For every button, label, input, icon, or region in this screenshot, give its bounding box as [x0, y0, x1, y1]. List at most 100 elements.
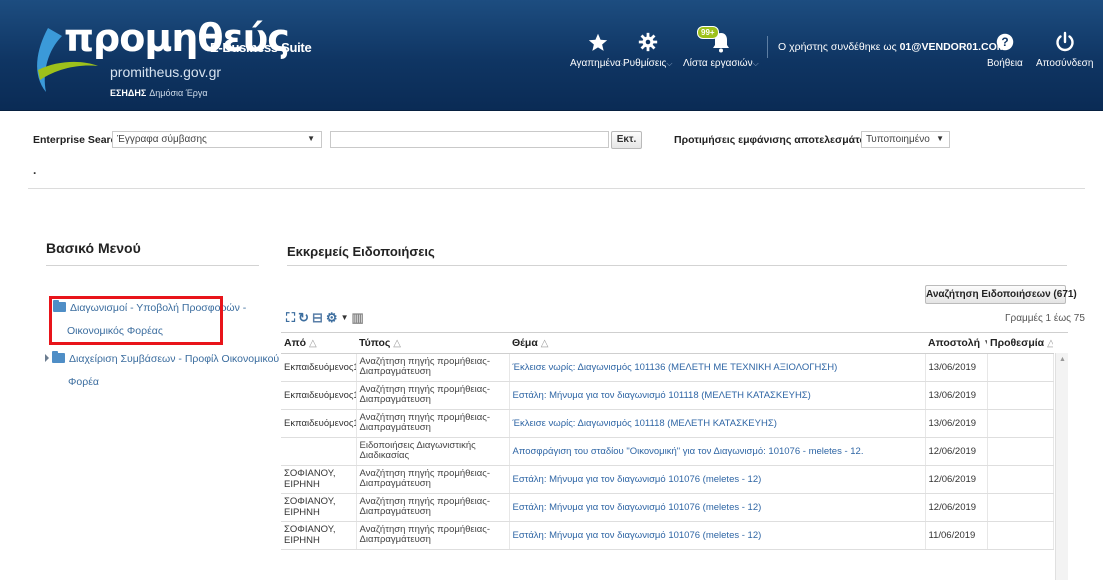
help-button[interactable]: ? Βοήθεια [987, 28, 1023, 69]
display-preferences-select[interactable]: Τυποποιημένο ▼ [861, 131, 950, 148]
search-category-value: Έγγραφα σύμβασης [117, 134, 207, 145]
sort-desc-icon[interactable]: ▼ [983, 338, 987, 349]
cell-subject-link[interactable]: Αποσφράγιση του σταδίου "Οικονομική" για… [509, 437, 926, 466]
menu-item-label: Φορέα [68, 376, 99, 388]
table-row[interactable]: Ειδοποιήσεις Διαγωνιστικής Διαδικασίας Απ… [281, 437, 1054, 466]
menu-item-label: Διαχείριση Συμβάσεων - Προφίλ Οικονομικο… [69, 353, 280, 365]
notifications-table: Από △ Τύπος △ Θέμα △ Αποστολή ▼ Προθεσμί… [281, 332, 1068, 580]
logout-button[interactable]: Αποσύνδεση [1036, 28, 1093, 69]
cell-type: Αναζήτηση πηγής προμήθειας-Διαπραγμάτευσ… [356, 353, 510, 382]
table-toolbar: ⛶ ↻ ⊟ ⚙ ▼ ▥ [286, 310, 367, 328]
cell-due [987, 521, 1054, 550]
notifications-title: Εκκρεμείς Ειδοποιήσεις [287, 244, 435, 259]
message-dot: . [33, 163, 37, 177]
cell-type: Αναζήτηση πηγής προμήθειας-Διαπραγμάτευσ… [356, 521, 510, 550]
search-go-button[interactable]: Εκτ. [611, 131, 642, 149]
cell-sent: 12/06/2019 [925, 437, 988, 466]
cell-from: ΣΟΦΙΑΝΟΥ, ΕΙΡΗΝΗ [281, 465, 357, 494]
cell-from [281, 437, 357, 466]
preferences-menu[interactable]: Ρυθμίσεις⌵ [623, 28, 672, 69]
cell-subject-link[interactable]: Εστάλη: Μήνυμα για τον διαγωνισμό 101076… [509, 493, 926, 522]
column-header-type[interactable]: Τύπος △ [356, 333, 509, 354]
rows-count: Γραμμές 1 έως 75 [1005, 313, 1085, 324]
cell-due [987, 409, 1054, 438]
cell-subject-link[interactable]: Έκλεισε νωρίς: Διαγωνισμός 101136 (ΜΕΛΕΤ… [509, 353, 926, 382]
table-row[interactable]: Εκπαιδευόμενος1 Αναζήτηση πηγής προμήθεια… [281, 353, 1054, 382]
logo-suite-text: E-Business Suite [210, 40, 312, 55]
folder-icon [52, 351, 65, 364]
display-preferences-value: Τυποποιημένο [866, 134, 930, 145]
dropdown-arrow-icon: ▼ [307, 134, 315, 143]
cell-subject-link[interactable]: Εστάλη: Μήνυμα για τον διαγωνισμό 101118… [509, 381, 926, 410]
worklist-badge: 99+ [697, 26, 719, 39]
main-menu-title: Βασικό Μενού [46, 240, 141, 256]
svg-text:?: ? [1001, 35, 1008, 49]
preferences-label: Ρυθμίσεις [623, 58, 667, 69]
cell-from: Εκπαιδευόμενος1 [281, 353, 357, 382]
cell-sent: 13/06/2019 [925, 381, 988, 410]
gear-icon [638, 32, 657, 52]
cell-subject-link[interactable]: Έκλεισε νωρίς: Διαγωνισμός 101118 (ΜΕΛΕΤ… [509, 409, 926, 438]
enterprise-search-label: Enterprise Search [33, 134, 123, 146]
column-header-from[interactable]: Από △ [281, 333, 356, 354]
cell-sent: 13/06/2019 [925, 353, 988, 382]
scroll-up-icon[interactable]: ▲ [1059, 356, 1066, 363]
cell-from: Εκπαιδευόμενος1 [281, 409, 357, 438]
divider [287, 265, 1067, 266]
refresh-icon[interactable]: ↻ [298, 310, 309, 326]
cell-due [987, 381, 1054, 410]
help-icon: ? [996, 33, 1014, 51]
search-input[interactable] [330, 131, 609, 148]
table-row[interactable]: Εκπαιδευόμενος1 Αναζήτηση πηγής προμήθεια… [281, 409, 1054, 438]
chevron-down-icon: ⌵ [752, 59, 759, 68]
cell-type: Αναζήτηση πηγής προμήθειας-Διαπραγμάτευσ… [356, 493, 510, 522]
table-row[interactable]: ΣΟΦΙΑΝΟΥ, ΕΙΡΗΝΗ Αναζήτηση πηγής προμήθει… [281, 521, 1054, 550]
cell-subject-link[interactable]: Εστάλη: Μήνυμα για τον διαγωνισμό 101076… [509, 521, 926, 550]
logo-url: promitheus.gov.gr [110, 64, 222, 80]
cell-sent: 11/06/2019 [925, 521, 988, 550]
table-header-row: Από △ Τύπος △ Θέμα △ Αποστολή ▼ Προθεσμί… [281, 333, 1053, 354]
column-header-subject[interactable]: Θέμα △ [509, 333, 925, 354]
cell-type: Ειδοποιήσεις Διαγωνιστικής Διαδικασίας [356, 437, 510, 466]
sort-icon[interactable]: △ [309, 338, 317, 349]
table-row[interactable]: Εκπαιδευόμενος1 Αναζήτηση πηγής προμήθεια… [281, 381, 1054, 410]
cell-type: Αναζήτηση πηγής προμήθειας-Διαπραγμάτευσ… [356, 381, 510, 410]
cell-from: ΣΟΦΙΑΝΟΥ, ΕΙΡΗΝΗ [281, 493, 357, 522]
table-row[interactable]: ΣΟΦΙΑΝΟΥ, ΕΙΡΗΝΗ Αναζήτηση πηγής προμήθει… [281, 465, 1054, 494]
columns-icon[interactable]: ▥ [352, 310, 364, 326]
settings-icon[interactable]: ⚙ [326, 310, 338, 326]
cell-sent: 12/06/2019 [925, 493, 988, 522]
logo-esidis: ΕΣΗΔΗΣ Δημόσια Έργα [110, 88, 208, 98]
sort-icon[interactable]: △ [1047, 338, 1053, 349]
worklist-menu[interactable]: 99+ Λίστα εργασιών⌵ [683, 26, 759, 69]
app-header: προμηθεύς E-Business Suite promitheus.go… [0, 0, 1103, 111]
chevron-down-icon: ⌵ [666, 59, 673, 68]
help-label: Βοήθεια [987, 58, 1023, 69]
star-icon [589, 33, 608, 51]
menu-item-contracts[interactable]: Διαχείριση Συμβάσεων - Προφίλ Οικονομικο… [45, 348, 279, 394]
expand-arrow-icon[interactable] [45, 354, 49, 363]
search-notifications-button[interactable]: Αναζήτηση Ειδοποιήσεων (671) [925, 285, 1077, 304]
detach-table-icon[interactable]: ⛶ [286, 310, 295, 326]
chevron-down-icon[interactable]: ▼ [341, 310, 349, 326]
favorites-label: Αγαπημένα [570, 58, 621, 69]
column-header-due[interactable]: Προθεσμία △ [987, 333, 1053, 354]
cell-type: Αναζήτηση πηγής προμήθειας-Διαπραγμάτευσ… [356, 409, 510, 438]
column-header-sent[interactable]: Αποστολή ▼ [925, 333, 987, 354]
cell-type: Αναζήτηση πηγής προμήθειας-Διαπραγμάτευσ… [356, 465, 510, 494]
cell-due [987, 353, 1054, 382]
freeze-column-icon[interactable]: ⊟ [312, 310, 323, 326]
favorites-menu[interactable]: Αγαπημένα⌵ [570, 28, 627, 69]
table-row[interactable]: ΣΟΦΙΑΝΟΥ, ΕΙΡΗΝΗ Αναζήτηση πηγής προμήθει… [281, 493, 1054, 522]
worklist-label: Λίστα εργασιών [683, 58, 753, 69]
table-scrollbar[interactable]: ▲ [1055, 353, 1068, 580]
search-category-select[interactable]: Έγγραφα σύμβασης ▼ [112, 131, 322, 148]
sort-icon[interactable]: △ [541, 338, 549, 349]
cell-sent: 12/06/2019 [925, 465, 988, 494]
cell-subject-link[interactable]: Εστάλη: Μήνυμα για τον διαγωνισμό 101076… [509, 465, 926, 494]
sort-icon[interactable]: △ [393, 338, 401, 349]
cell-due [987, 437, 1054, 466]
cell-from: Εκπαιδευόμενος1 [281, 381, 357, 410]
highlight-frame [49, 296, 223, 345]
logout-label: Αποσύνδεση [1036, 58, 1094, 69]
